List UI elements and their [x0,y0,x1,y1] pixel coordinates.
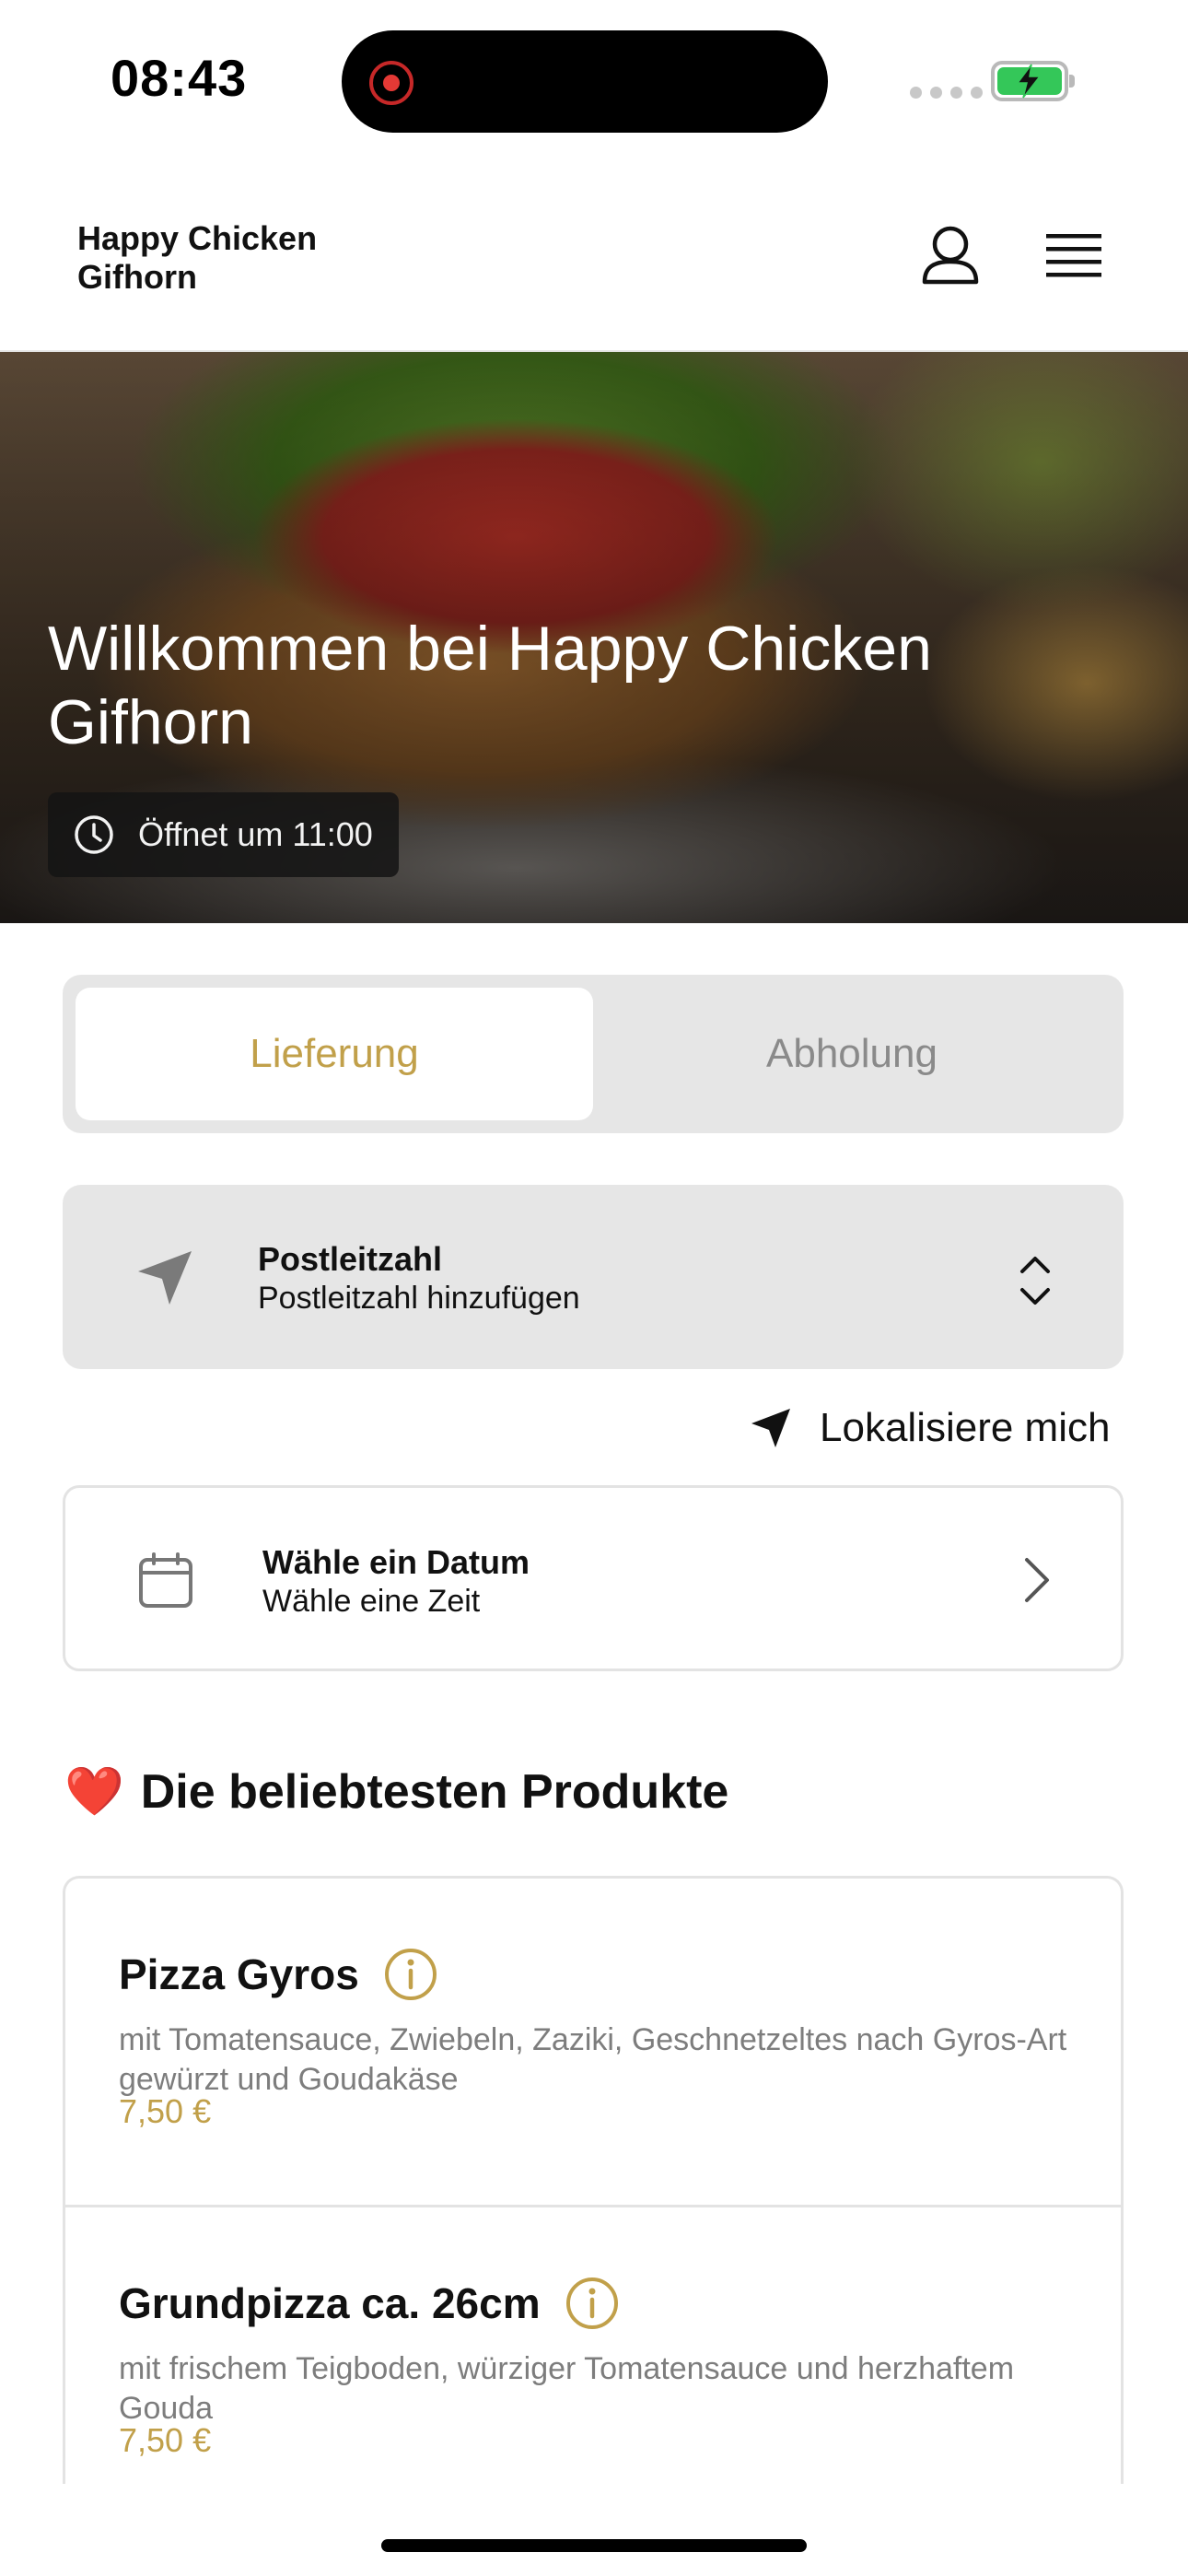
date-time-selector[interactable]: Wähle ein Datum Wähle eine Zeit [63,1485,1124,1671]
home-indicator[interactable] [381,2539,807,2552]
info-icon[interactable] [565,2276,620,2331]
recording-icon [369,61,413,105]
status-time: 08:43 [111,49,248,107]
charging-bolt-icon [1016,64,1042,99]
product-card[interactable]: Pizza Gyros mit Tomatensauce, Zwiebeln, … [65,1879,1121,2205]
info-icon[interactable] [383,1947,438,2002]
product-description: mit frischem Teigboden, würziger Tomaten… [119,2351,1015,2426]
clock-icon [75,815,113,854]
opening-time-label: Öffnet um 11:00 [138,815,373,853]
product-description: mit Tomatensauce, Zwiebeln, Zaziki, Gesc… [119,2022,1067,2097]
product-name: Pizza Gyros [119,1950,359,1998]
tab-pickup[interactable]: Abholung [593,988,1111,1120]
account-button[interactable] [914,221,987,295]
app-header: Happy Chicken Gifhorn [0,157,1188,352]
chevron-right-icon [1025,1558,1049,1602]
heart-icon: ❤️ [64,1765,124,1819]
postcode-label: Postleitzahl [258,1240,443,1278]
postcode-selector[interactable]: Postleitzahl Postleitzahl hinzufügen [63,1185,1124,1369]
status-bar: 08:43 [0,0,1188,157]
product-price: 7,50 € [119,2092,212,2130]
battery-icon [991,61,1075,101]
brand-name[interactable]: Happy Chicken Gifhorn [77,219,317,297]
product-price: 7,50 € [119,2421,212,2459]
brand-line-1: Happy Chicken [77,219,318,257]
user-icon [922,226,979,285]
brand-line-2: Gifhorn [77,258,197,296]
hero-title: Willkommen bei Happy Chicken Gifhorn [48,614,932,757]
navigation-arrow-icon [138,1251,192,1305]
date-label: Wähle ein Datum [262,1543,530,1581]
tab-delivery[interactable]: Lieferung [76,988,593,1120]
order-mode-toggle: Lieferung Abholung [63,975,1124,1133]
location-arrow-icon [751,1409,790,1447]
time-label: Wähle eine Zeit [262,1584,481,1619]
cellular-signal-icon [910,87,983,99]
product-name: Grundpizza ca. 26cm [119,2279,541,2327]
hamburger-menu-icon [1046,234,1101,277]
hero-banner: Willkommen bei Happy Chicken Gifhorn Öff… [0,352,1188,923]
postcode-placeholder: Postleitzahl hinzufügen [258,1281,580,1316]
calendar-icon [139,1552,192,1608]
locate-me-label: Lokalisiere mich [820,1405,1111,1450]
app-screen: 08:43 Happy Chicken Gifhorn Willkommen b… [0,0,1188,2576]
dynamic-island [342,30,828,133]
chevron-up-down-icon [1020,1257,1050,1305]
popular-products-title: Die beliebtesten Produkte [140,1764,729,1819]
locate-me-button[interactable]: Lokalisiere mich [748,1399,1110,1458]
product-list: Pizza Gyros mit Tomatensauce, Zwiebeln, … [63,1876,1124,2484]
opening-time-badge: Öffnet um 11:00 [48,792,399,877]
popular-products-heading: ❤️ Die beliebtesten Produkte [64,1763,728,1820]
menu-button[interactable] [1037,228,1111,287]
product-card[interactable]: Grundpizza ca. 26cm mit frischem Teigbod… [65,2205,1121,2484]
